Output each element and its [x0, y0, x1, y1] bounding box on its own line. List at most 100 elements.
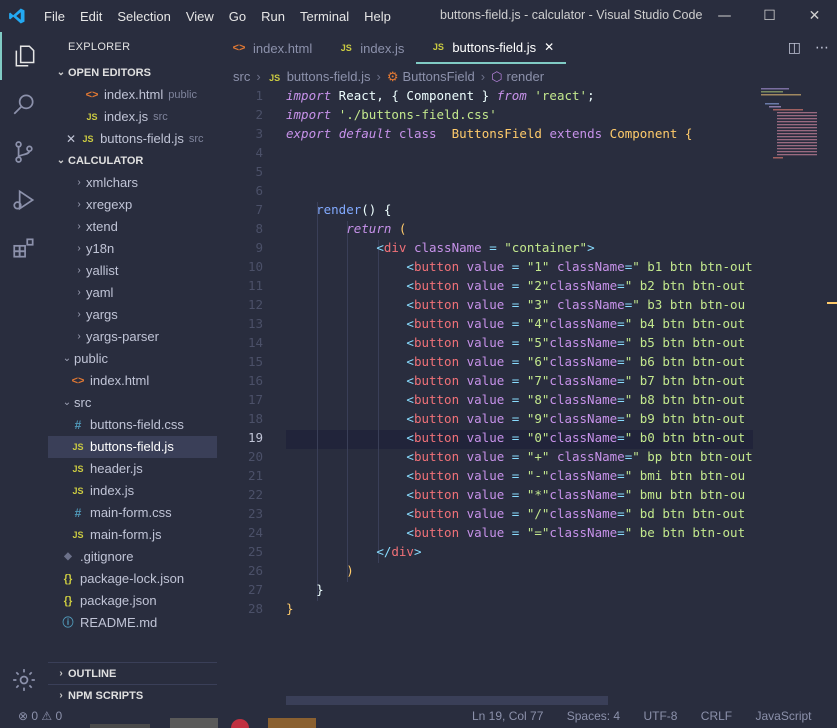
chevron-right-icon: ›	[77, 199, 81, 210]
tree-item[interactable]: # buttons-field.css	[48, 414, 217, 436]
tab-index-html[interactable]: <> index.html	[217, 32, 324, 64]
outline-header[interactable]: › OUTLINE	[48, 663, 217, 685]
tree-item[interactable]: <> index.html	[48, 370, 217, 392]
tab-index-js[interactable]: JS index.js	[324, 32, 416, 64]
tab-buttons-field-js[interactable]: JS buttons-field.js ✕	[416, 32, 567, 64]
code-token: {	[677, 126, 693, 141]
editor-tabs: <> index.html JS index.js JS buttons-field.js…	[217, 32, 837, 64]
tree-item[interactable]: ⌄ src	[48, 392, 217, 414]
code-token: =	[617, 392, 625, 407]
encoding[interactable]: UTF-8	[643, 709, 677, 723]
tree-item-label: package-lock.json	[80, 571, 185, 586]
code-token: " bd btn btn-out	[624, 506, 746, 521]
code-line: <button value = "5"className=" b5 btn bt…	[286, 335, 745, 350]
tree-item-label: index.js	[90, 483, 135, 498]
close-icon[interactable]: ✕	[544, 40, 554, 54]
open-editor-item[interactable]: JS index.js src	[48, 106, 217, 128]
code-token: <	[406, 316, 414, 331]
breadcrumb-file[interactable]: buttons-field.js	[287, 69, 371, 84]
menu-item-help[interactable]: Help	[364, 9, 391, 24]
language-mode[interactable]: JavaScript	[755, 709, 811, 723]
tree-item[interactable]: › yaml	[48, 282, 217, 304]
tree-item[interactable]: › yallist	[48, 260, 217, 282]
tree-item-label: README.md	[80, 615, 158, 630]
tree-item[interactable]: › xmlchars	[48, 172, 217, 194]
more-actions-icon[interactable]: ⋯	[815, 40, 829, 56]
open-editor-item[interactable]: ✕ JS buttons-field.js src	[48, 128, 217, 150]
code-token: button	[413, 411, 460, 426]
code-token: "-"	[526, 468, 550, 483]
code-token: className	[549, 354, 618, 369]
maximize-button[interactable]: ☐	[747, 0, 792, 32]
code-token: =	[504, 411, 527, 426]
code-line: }	[286, 601, 294, 616]
close-icon[interactable]: ✕	[66, 128, 76, 150]
split-editor-icon[interactable]: ◫	[788, 40, 801, 56]
tree-item[interactable]: {} package.json	[48, 590, 217, 612]
tree-item[interactable]: › yargs-parser	[48, 326, 217, 348]
chevron-right-icon: ›	[59, 668, 63, 679]
tree-item[interactable]: ⓘ README.md	[48, 612, 217, 634]
close-window-button[interactable]: ✕	[792, 0, 837, 32]
code-token: './buttons-field.css'	[338, 107, 497, 122]
tree-item[interactable]: JS main-form.js	[48, 524, 217, 546]
tree-item[interactable]: ◆ .gitignore	[48, 546, 217, 568]
tree-item[interactable]: › yargs	[48, 304, 217, 326]
breadcrumb-method[interactable]: render	[506, 69, 544, 84]
tree-item[interactable]: {} package-lock.json	[48, 568, 217, 590]
explorer-icon[interactable]	[0, 32, 48, 80]
tree-item[interactable]: › xregexp	[48, 194, 217, 216]
open-editors-header[interactable]: ⌄ OPEN EDITORS	[48, 62, 217, 84]
menu-item-go[interactable]: Go	[229, 9, 246, 24]
problems-indicator[interactable]: ⊗ 0 ⚠ 0	[18, 709, 62, 723]
open-editor-item[interactable]: <> index.html public	[48, 84, 217, 106]
project-header[interactable]: ⌄ CALCULATOR	[48, 150, 217, 172]
tree-item-label: yaml	[86, 285, 114, 300]
tree-item[interactable]: # main-form.css	[48, 502, 217, 524]
search-icon[interactable]	[0, 80, 48, 128]
menu-item-terminal[interactable]: Terminal	[300, 9, 349, 24]
code-editor[interactable]: 1 import React, { Component } from 'react…	[217, 86, 757, 686]
menu-item-file[interactable]: File	[44, 9, 65, 24]
js-file-icon: JS	[72, 486, 84, 496]
code-token: =	[504, 449, 527, 464]
minimize-button[interactable]: —	[702, 0, 747, 32]
indentation[interactable]: Spaces: 4	[567, 709, 620, 723]
tree-item[interactable]: ⌄ public	[48, 348, 217, 370]
tree-item[interactable]: JS index.js	[48, 480, 217, 502]
settings-gear-icon[interactable]	[0, 656, 48, 704]
file-folder-hint: src	[188, 133, 204, 145]
vertical-scrollbar[interactable]	[823, 86, 837, 686]
line-number: 17	[247, 392, 263, 407]
cursor-position[interactable]: Ln 19, Col 77	[472, 709, 543, 723]
code-token: "6"	[526, 354, 550, 369]
tree-item[interactable]: JS buttons-field.js	[48, 436, 217, 458]
breadcrumb-class[interactable]: ButtonsField	[403, 69, 475, 84]
npm-scripts-header[interactable]: › NPM SCRIPTS	[48, 685, 217, 705]
file-name: index.html	[104, 87, 164, 102]
tree-item[interactable]: JS header.js	[48, 458, 217, 480]
code-token: value	[459, 468, 505, 483]
chevron-right-icon: ›	[77, 309, 81, 320]
line-number: 16	[247, 373, 263, 388]
breadcrumb-folder[interactable]: src	[233, 69, 250, 84]
file-folder-hint: public	[168, 89, 197, 101]
menu-item-selection[interactable]: Selection	[117, 9, 170, 24]
chevron-down-icon: ⌄	[62, 397, 72, 408]
window-title: buttons-field.js - calculator - Visual S…	[440, 8, 703, 22]
extensions-icon[interactable]	[0, 224, 48, 272]
menu-item-run[interactable]: Run	[261, 9, 285, 24]
run-debug-icon[interactable]	[0, 176, 48, 224]
tree-item[interactable]: › xtend	[48, 216, 217, 238]
line-number: 5	[255, 164, 263, 179]
source-control-icon[interactable]	[0, 128, 48, 176]
line-ending[interactable]: CRLF	[701, 709, 732, 723]
menu-item-view[interactable]: View	[186, 9, 214, 24]
tree-item[interactable]: › y18n	[48, 238, 217, 260]
minimap[interactable]	[757, 86, 827, 166]
code-token: () {	[361, 202, 392, 217]
code-line: )	[286, 563, 354, 578]
menu-item-edit[interactable]: Edit	[80, 9, 102, 24]
